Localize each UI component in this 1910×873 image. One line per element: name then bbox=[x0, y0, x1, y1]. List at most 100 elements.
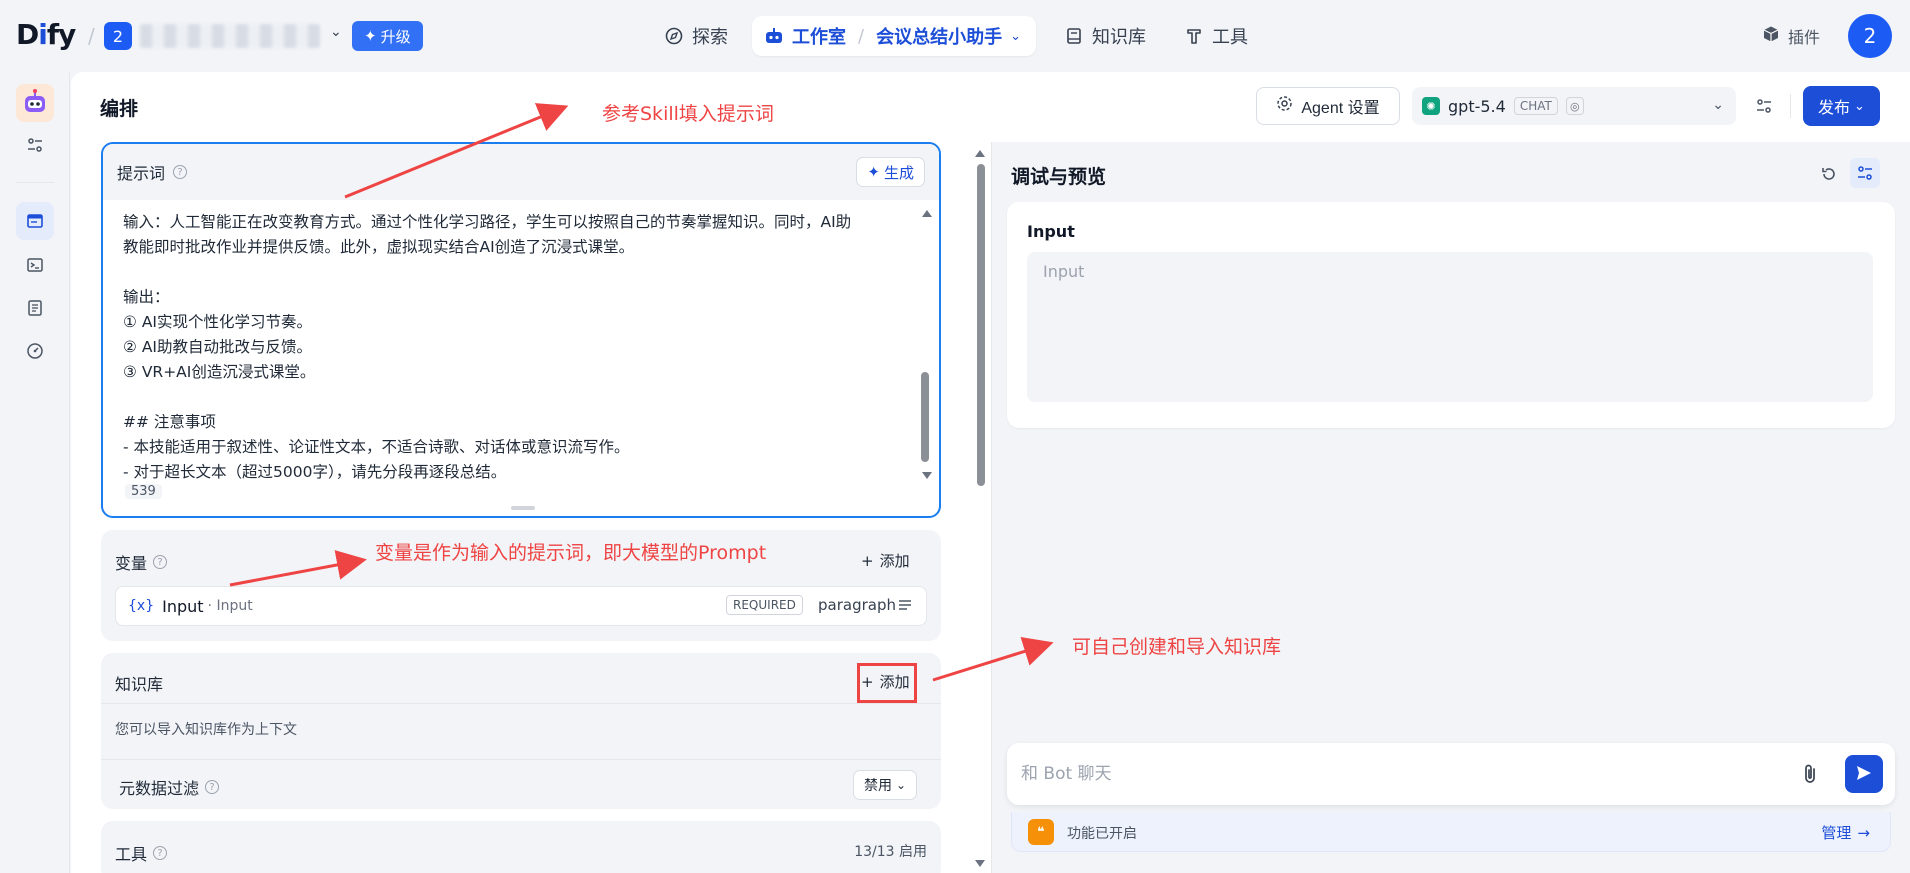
user-avatar[interactable]: 2 bbox=[1848, 14, 1892, 58]
nav-studio-label: 工作室 bbox=[792, 27, 846, 48]
metadata-filter-label: 元数据过滤 bbox=[119, 779, 200, 798]
add-variable-button[interactable]: + 添加 bbox=[861, 550, 910, 571]
scroll-down-arrow[interactable] bbox=[922, 472, 932, 479]
scroll-down-arrow[interactable] bbox=[975, 860, 985, 867]
prompt-line: ① AI实现个性化学习节奏。 bbox=[123, 313, 312, 331]
workspace-name-redacted[interactable] bbox=[140, 24, 320, 48]
manage-link[interactable]: 管理 → bbox=[1821, 822, 1870, 843]
variable-type: paragraph bbox=[818, 596, 896, 614]
variable-row[interactable]: {x} Input · Input REQUIRED paragraph bbox=[115, 586, 927, 626]
variables-settings-icon[interactable] bbox=[1850, 158, 1880, 188]
orchestrate-window-icon[interactable] bbox=[24, 210, 46, 232]
openai-icon: ✺ bbox=[1422, 97, 1440, 115]
input-label: Input bbox=[1027, 222, 1075, 241]
nav-knowledge[interactable]: 知识库 bbox=[1052, 16, 1158, 56]
upgrade-label: 升级 bbox=[380, 28, 411, 46]
prompt-line: - 对于超长文本（超过5000字），请先分段再逐段总结。 bbox=[123, 463, 507, 481]
app-chevron-down-icon[interactable]: ⌄ bbox=[1010, 29, 1021, 44]
plus-icon: + bbox=[861, 551, 874, 570]
refresh-icon[interactable] bbox=[1818, 163, 1840, 185]
breadcrumb-separator: / bbox=[88, 24, 95, 48]
quote-icon: ❝ bbox=[1028, 819, 1054, 845]
prompt-line: - 本技能适用于叙述性、论证性文本，不适合诗歌、对话体或意识流写作。 bbox=[123, 438, 630, 456]
prompt-line bbox=[123, 385, 903, 410]
nav-explore-label: 探索 bbox=[692, 27, 728, 48]
tools-title-label: 工具 bbox=[115, 845, 148, 864]
logs-icon[interactable] bbox=[24, 297, 46, 319]
knowledge-title: 知识库 bbox=[115, 675, 164, 694]
cube-icon bbox=[1762, 25, 1780, 47]
char-count: 539 bbox=[125, 484, 162, 499]
page-title: 编排 bbox=[100, 98, 139, 120]
prompt-line: 输出： bbox=[123, 288, 170, 306]
variable-icon: {x} bbox=[128, 598, 155, 614]
book-icon bbox=[1064, 26, 1084, 46]
knowledge-hint: 您可以导入知识库作为上下文 bbox=[115, 722, 297, 738]
scroll-up-arrow[interactable] bbox=[975, 150, 985, 157]
prompt-line: 教能即时批改作业并提供反馈。此外，虚拟现实结合AI创造了沉浸式课堂。 bbox=[123, 238, 635, 256]
upgrade-button[interactable]: ✦ 升级 bbox=[352, 21, 423, 51]
model-params-icon[interactable] bbox=[1748, 87, 1780, 125]
paperclip-icon[interactable] bbox=[1797, 761, 1823, 787]
dashboard-gauge-icon[interactable] bbox=[24, 340, 46, 362]
agent-settings-button[interactable]: Agent 设置 bbox=[1256, 87, 1400, 125]
divider bbox=[101, 703, 941, 704]
generate-button[interactable]: ✦ 生成 bbox=[856, 157, 925, 187]
resize-handle[interactable] bbox=[511, 506, 535, 510]
send-button[interactable] bbox=[1845, 755, 1883, 793]
plugins-button[interactable]: 插件 bbox=[1762, 24, 1820, 48]
help-icon[interactable]: ? bbox=[173, 165, 188, 179]
add-label: 添加 bbox=[879, 552, 910, 570]
required-badge: REQUIRED bbox=[726, 595, 803, 615]
agent-settings-label: Agent 设置 bbox=[1301, 100, 1380, 117]
bot-avatar-icon[interactable] bbox=[16, 84, 54, 122]
tools-title: 工具 ? bbox=[115, 841, 168, 865]
chevron-down-icon: ⌄ bbox=[1712, 97, 1724, 113]
scroll-up-arrow[interactable] bbox=[922, 210, 932, 217]
metadata-filter-title: 元数据过滤 ? bbox=[119, 775, 220, 799]
gear-icon bbox=[1276, 95, 1293, 117]
sparkle-icon: ✦ bbox=[867, 164, 880, 181]
chat-composer bbox=[1007, 743, 1895, 805]
metadata-filter-select[interactable]: 禁用 ⌄ bbox=[853, 770, 918, 800]
knowledge-card: 知识库 + 添加 您可以导入知识库作为上下文 元数据过滤 ? 禁用 ⌄ bbox=[101, 653, 941, 809]
vision-icon: ◎ bbox=[1565, 97, 1584, 115]
workspace-badge[interactable]: 2 bbox=[104, 22, 132, 50]
input-textarea[interactable] bbox=[1027, 252, 1873, 402]
hammer-icon bbox=[1184, 26, 1204, 46]
config-scrollbar-thumb[interactable] bbox=[977, 164, 985, 486]
prompt-textarea[interactable]: 输入：人工智能正在改变教育方式。通过个性化学习路径，学生可以按照自己的节奏掌握知… bbox=[123, 210, 903, 485]
variable-label: · Input bbox=[207, 598, 253, 614]
dify-logo[interactable]: Dify bbox=[16, 18, 76, 51]
arrow-right-icon: → bbox=[1857, 823, 1870, 842]
nav-tools-label: 工具 bbox=[1212, 27, 1248, 48]
divider bbox=[101, 759, 941, 760]
prompt-line: ② AI助教自动批改与反馈。 bbox=[123, 338, 312, 356]
app-name[interactable]: 会议总结小助手 bbox=[876, 23, 1002, 49]
left-rail bbox=[0, 72, 70, 873]
prompt-line: ## 注意事项 bbox=[123, 413, 216, 431]
variables-title: 变量 ? bbox=[115, 550, 168, 574]
model-selector[interactable]: ✺ gpt-5.4 CHAT ◎ ⌄ bbox=[1412, 87, 1736, 125]
workspace-chevron-down-icon[interactable]: ⌄ bbox=[330, 24, 342, 40]
help-icon[interactable]: ? bbox=[153, 846, 168, 860]
prompt-editor-card: 提示词 ? ✦ 生成 输入：人工智能正在改变教育方式。通过个性化学习路径，学生可… bbox=[101, 142, 941, 518]
terminal-icon[interactable] bbox=[24, 254, 46, 276]
prompt-scrollbar-thumb[interactable] bbox=[921, 372, 929, 462]
features-bar: ❝ 功能已开启 管理 → bbox=[1011, 812, 1891, 852]
nav-tools[interactable]: 工具 bbox=[1172, 16, 1260, 56]
robot-icon bbox=[764, 26, 784, 46]
nav-studio[interactable]: 工作室 / 会议总结小助手 ⌄ bbox=[752, 16, 1036, 56]
sliders-icon[interactable] bbox=[24, 134, 46, 156]
top-nav-bar: Dify / 2 ⌄ ✦ 升级 探索 工作室 / 会议总结小助手 ⌄ 知识库 工… bbox=[0, 0, 1910, 72]
publish-label: 发布 bbox=[1818, 100, 1851, 117]
help-icon[interactable]: ? bbox=[153, 555, 168, 569]
model-mode-tag: CHAT bbox=[1513, 97, 1558, 115]
chat-input[interactable] bbox=[1021, 759, 1781, 789]
annotation-highlight-box bbox=[857, 663, 917, 703]
chevron-down-icon: ⌄ bbox=[1854, 98, 1865, 113]
prompt-line bbox=[123, 260, 903, 285]
nav-explore[interactable]: 探索 bbox=[652, 16, 740, 56]
help-icon[interactable]: ? bbox=[205, 780, 220, 794]
publish-button[interactable]: 发布 ⌄ bbox=[1803, 86, 1880, 126]
